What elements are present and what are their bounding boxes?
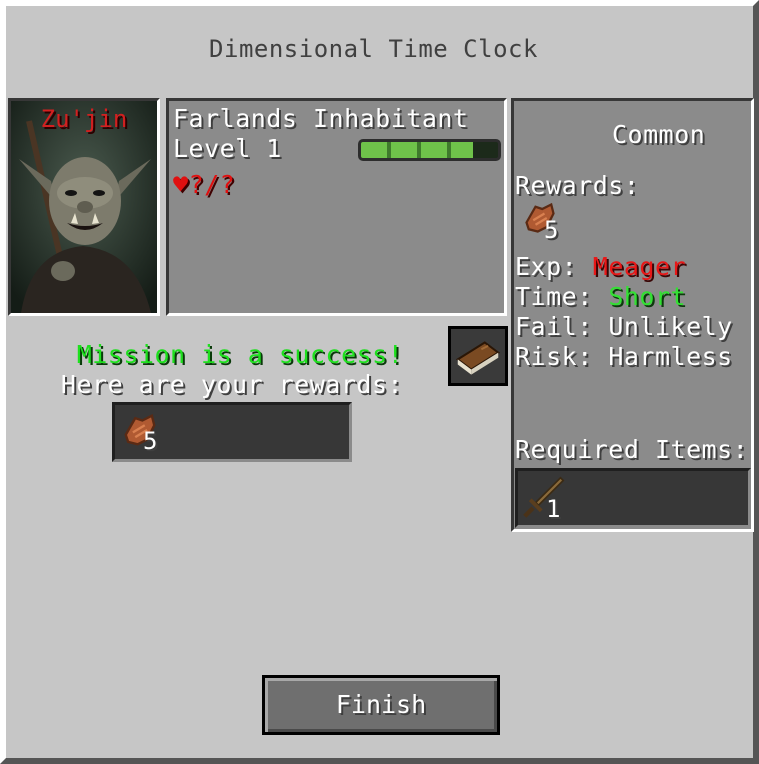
- finish-button[interactable]: Finish: [262, 675, 500, 735]
- risk-label: Risk:: [515, 342, 593, 371]
- reward-slot: 5: [112, 402, 352, 462]
- rewards-label: Rewards:: [515, 171, 640, 200]
- exp-row: Exp: Meager: [515, 252, 686, 282]
- risk-row: Risk: Harmless: [515, 342, 733, 372]
- character-level: Level 1: [173, 134, 282, 163]
- risk-value: Harmless: [608, 342, 733, 371]
- mission-status: Mission is a success!: [76, 340, 404, 369]
- fail-label: Fail:: [515, 312, 593, 341]
- required-items-label: Required Items:: [515, 435, 749, 464]
- reward-preview-item[interactable]: 5: [520, 200, 568, 244]
- required-items-slot: 1: [515, 468, 751, 528]
- health-value: ?/?: [188, 170, 236, 199]
- reward-item-count: 5: [143, 427, 158, 455]
- time-row: Time: Short: [515, 282, 686, 312]
- exp-label: Exp:: [515, 252, 578, 281]
- mission-rarity: Common: [612, 120, 706, 149]
- character-portrait: Zu'jin: [8, 98, 160, 316]
- heart-icon: ♥: [173, 170, 189, 199]
- exp-value: Meager: [592, 252, 687, 281]
- xp-bar-fill: [361, 142, 474, 158]
- rewards-message: Here are your rewards:: [60, 370, 404, 399]
- window-title: Dimensional Time Clock: [209, 35, 538, 63]
- required-item[interactable]: 1: [520, 473, 570, 523]
- health-display: ♥?/?: [173, 170, 235, 200]
- required-item-count: 1: [546, 495, 561, 523]
- character-type: Farlands Inhabitant: [173, 104, 469, 133]
- reward-item[interactable]: 5: [119, 409, 167, 457]
- time-label: Time:: [515, 282, 593, 311]
- fail-row: Fail: Unlikely: [515, 312, 733, 342]
- time-value: Short: [608, 282, 687, 311]
- reward-preview-count: 5: [544, 216, 559, 244]
- fail-value: Unlikely: [608, 312, 733, 341]
- xp-bar: [358, 139, 501, 161]
- character-name: Zu'jin: [40, 105, 128, 133]
